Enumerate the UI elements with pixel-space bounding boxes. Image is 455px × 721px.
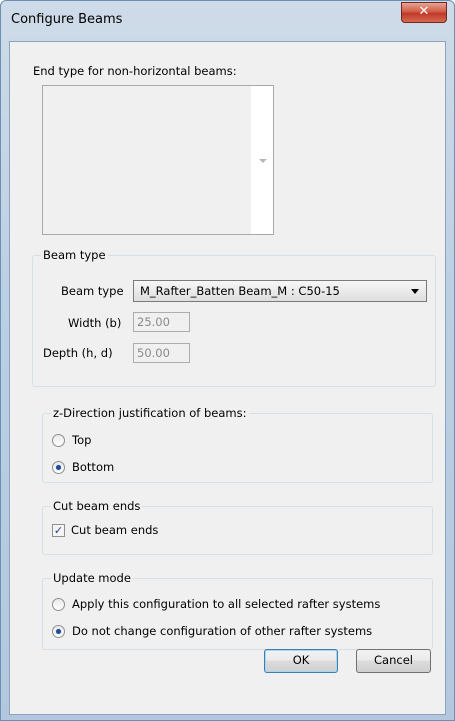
depth-label: Depth (h, d): [43, 346, 113, 360]
do-not-change-radio-label[interactable]: Do not change configuration of other raf…: [72, 624, 372, 638]
cut-beam-ends-label[interactable]: Cut beam ends: [71, 523, 158, 537]
cut-beam-ends-group-title: Cut beam ends: [51, 499, 143, 513]
dialog-body: End type for non-horizontal beams: Beam …: [9, 41, 446, 715]
title-bar[interactable]: Configure Beams ✕: [1, 1, 454, 41]
top-radio[interactable]: [52, 434, 65, 447]
update-mode-group: Update mode: [42, 571, 433, 650]
window-title: Configure Beams: [11, 12, 123, 27]
chevron-down-icon: [411, 289, 419, 294]
cut-beam-ends-checkbox[interactable]: ✓: [52, 524, 65, 537]
checkmark-icon: ✓: [53, 524, 64, 537]
apply-all-radio[interactable]: [52, 598, 65, 611]
close-button[interactable]: ✕: [401, 2, 447, 23]
end-type-scrollbar[interactable]: [251, 86, 273, 234]
depth-field[interactable]: 50.00: [133, 343, 190, 363]
update-mode-group-title: Update mode: [51, 571, 133, 585]
cancel-button[interactable]: Cancel: [356, 649, 431, 673]
end-type-label: End type for non-horizontal beams:: [33, 64, 237, 78]
apply-all-radio-label[interactable]: Apply this configuration to all selected…: [72, 597, 380, 611]
chevron-down-icon: [259, 159, 267, 163]
beam-type-label: Beam type: [61, 284, 124, 298]
beam-type-value: M_Rafter_Batten Beam_M : C50-15: [140, 284, 340, 298]
width-field[interactable]: 25.00: [133, 312, 190, 332]
z-direction-group-title: z-Direction justification of beams:: [51, 406, 249, 420]
bottom-radio-label[interactable]: Bottom: [72, 460, 114, 474]
beam-type-select[interactable]: M_Rafter_Batten Beam_M : C50-15: [133, 280, 427, 302]
top-radio-label[interactable]: Top: [72, 433, 91, 447]
do-not-change-radio[interactable]: [52, 625, 65, 638]
ok-button[interactable]: OK: [264, 649, 338, 673]
depth-value: 50.00: [137, 346, 170, 360]
width-label: Width (b): [68, 316, 122, 330]
close-icon: ✕: [418, 4, 430, 19]
end-type-list[interactable]: [42, 85, 274, 235]
width-value: 25.00: [137, 315, 170, 329]
beam-type-group-title: Beam type: [41, 248, 108, 262]
configure-beams-dialog: Configure Beams ✕ End type for non-horiz…: [0, 0, 455, 721]
bottom-radio[interactable]: [52, 461, 65, 474]
